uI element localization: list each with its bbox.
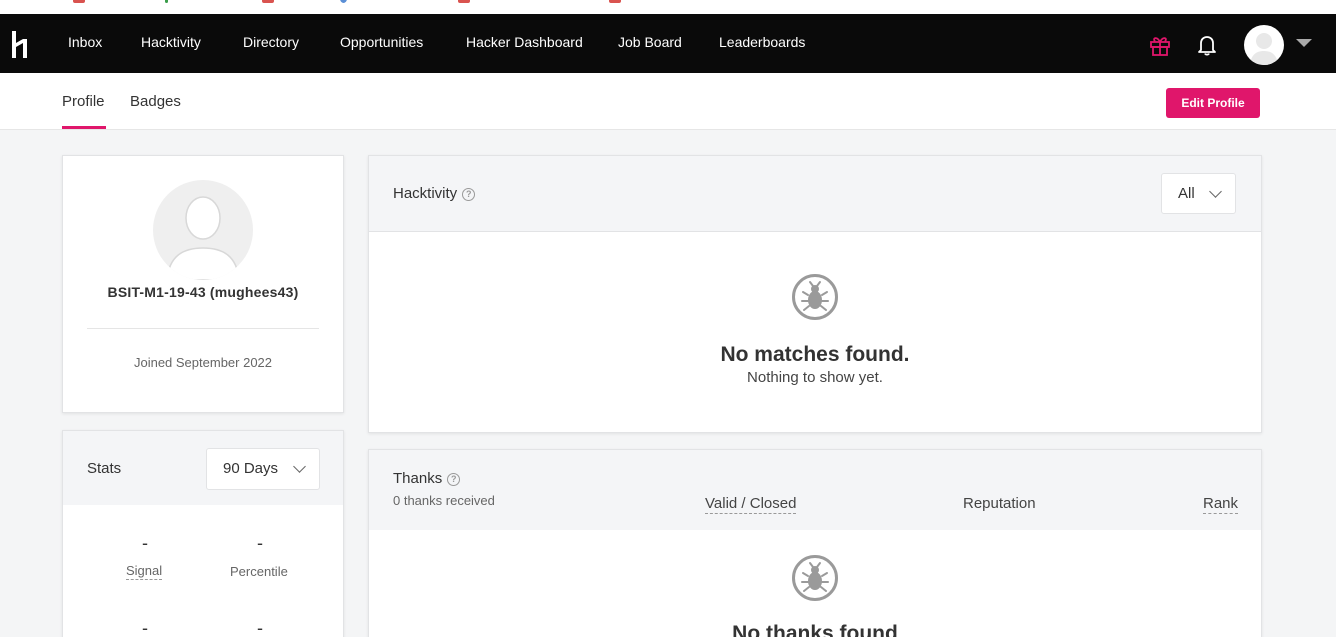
nav-inbox[interactable]: Inbox <box>68 34 102 50</box>
chevron-down-icon[interactable] <box>1296 39 1312 47</box>
thanks-empty-title: No thanks found <box>732 622 898 637</box>
hacktivity-title: Hacktivity? <box>393 185 476 202</box>
profile-subnav: Profile Badges Edit Profile <box>0 73 1336 130</box>
stats-card: Stats 90 Days - Signal - Percentile - - <box>62 430 344 637</box>
percentile-label: Percentile <box>230 564 288 579</box>
bookmark-icon[interactable] <box>73 0 85 3</box>
joined-date: Joined September 2022 <box>133 355 273 370</box>
stats-range-value: 90 Days <box>223 460 279 477</box>
stat-value: - <box>142 618 148 637</box>
top-navigation: Inbox Hacktivity Directory Opportunities… <box>0 14 1336 73</box>
signal-label[interactable]: Signal <box>126 563 163 580</box>
hacktivity-card: Hacktivity? All No matches found. Nothin… <box>368 155 1262 433</box>
bug-icon <box>792 555 838 601</box>
user-avatar-icon[interactable] <box>1244 25 1284 65</box>
nav-opportunities[interactable]: Opportunities <box>340 34 423 50</box>
bookmark-icon[interactable] <box>262 0 274 3</box>
chevron-down-icon <box>1209 185 1222 198</box>
stats-header: Stats 90 Days <box>63 431 343 505</box>
thanks-received: 0 thanks received <box>393 493 495 508</box>
hacktivity-filter-select[interactable]: All <box>1161 173 1236 214</box>
nav-hacktivity[interactable]: Hacktivity <box>141 34 201 50</box>
hacktivity-empty-title: No matches found. <box>720 343 910 366</box>
help-icon[interactable]: ? <box>447 472 461 486</box>
active-tab-indicator <box>62 126 106 129</box>
bookmark-icon[interactable] <box>340 0 347 3</box>
stat-value: - <box>257 618 263 637</box>
hacktivity-header: Hacktivity? All <box>369 156 1261 232</box>
user-avatar-icon <box>166 196 240 280</box>
thanks-header: Thanks? 0 thanks received Valid / Closed… <box>369 450 1261 530</box>
profile-card: BSIT-M1-19-43 (mughees43) Joined Septemb… <box>62 155 344 413</box>
bug-icon <box>792 274 838 320</box>
help-icon[interactable]: ? <box>462 187 476 201</box>
profile-username: BSIT-M1-19-43 (mughees43) <box>107 284 299 300</box>
edit-profile-button[interactable]: Edit Profile <box>1166 88 1260 118</box>
column-reputation: Reputation <box>963 495 1036 512</box>
tab-profile[interactable]: Profile <box>62 93 105 110</box>
nav-hacker-dashboard[interactable]: Hacker Dashboard <box>466 34 583 50</box>
gift-icon[interactable] <box>1149 34 1171 56</box>
bookmark-icon[interactable] <box>609 0 621 3</box>
bell-icon[interactable] <box>1197 34 1217 56</box>
nav-leaderboards[interactable]: Leaderboards <box>719 34 805 50</box>
column-rank[interactable]: Rank <box>1203 495 1239 514</box>
thanks-card: Thanks? 0 thanks received Valid / Closed… <box>368 449 1262 637</box>
hacktivity-filter-value: All <box>1178 185 1195 202</box>
column-valid-closed[interactable]: Valid / Closed <box>705 495 797 514</box>
signal-value: - <box>142 533 148 553</box>
bookmarks-bar <box>0 0 1336 14</box>
hackerone-logo-icon[interactable] <box>11 29 29 59</box>
thanks-title: Thanks? <box>393 470 461 487</box>
nav-directory[interactable]: Directory <box>243 34 299 50</box>
bookmark-icon[interactable] <box>458 0 470 3</box>
divider <box>87 328 319 329</box>
hacktivity-empty-subtitle: Nothing to show yet. <box>747 369 883 386</box>
stats-range-select[interactable]: 90 Days <box>206 448 320 490</box>
stats-title: Stats <box>87 460 122 477</box>
avatar <box>153 180 253 280</box>
tab-badges[interactable]: Badges <box>130 93 181 110</box>
nav-job-board[interactable]: Job Board <box>618 34 682 50</box>
chevron-down-icon <box>293 460 306 473</box>
bookmark-icon[interactable] <box>165 0 168 3</box>
percentile-value: - <box>257 533 263 553</box>
